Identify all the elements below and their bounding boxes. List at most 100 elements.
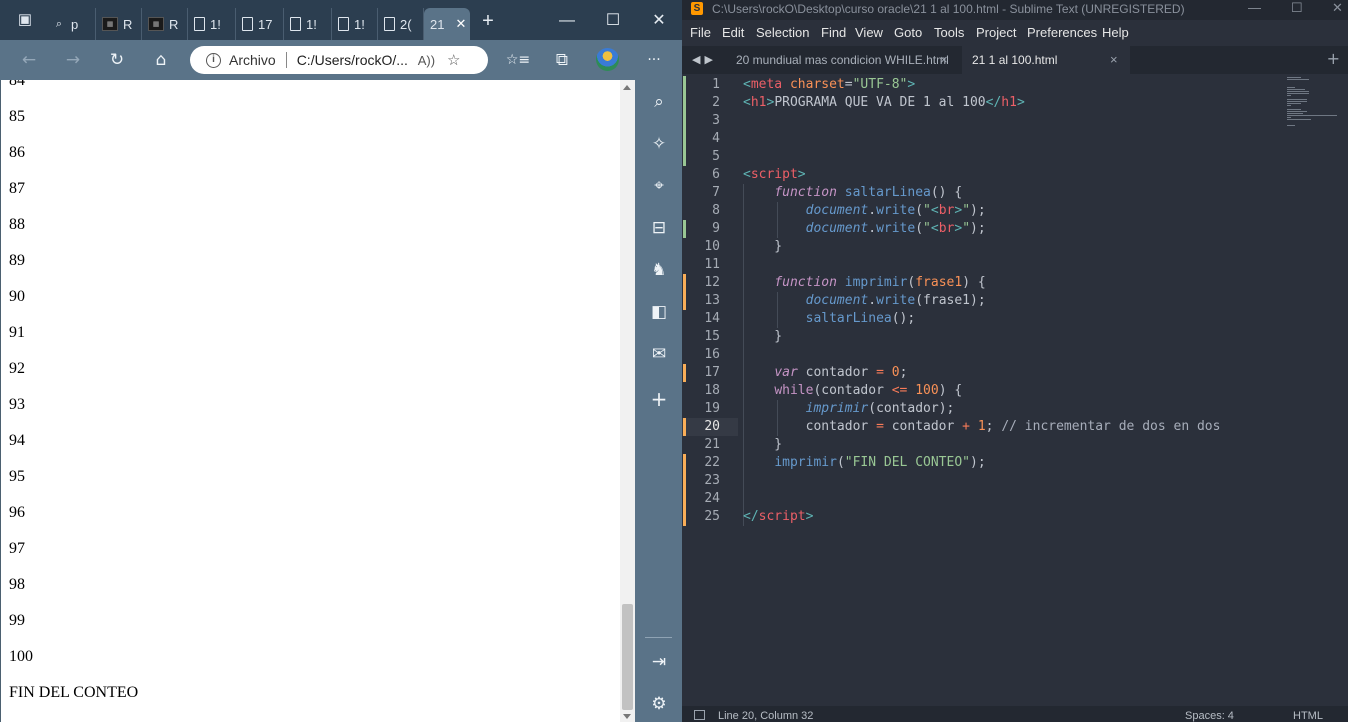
- close-tab-icon[interactable]: ×: [940, 46, 948, 74]
- page-scrollbar[interactable]: [620, 80, 635, 722]
- browser-tab[interactable]: 1!: [284, 8, 332, 40]
- panel-toggle-icon[interactable]: [694, 710, 705, 720]
- syntax-setting[interactable]: HTML: [1293, 708, 1323, 722]
- menu-item-file[interactable]: File: [690, 25, 711, 40]
- close-window-button[interactable]: ✕: [648, 10, 670, 32]
- address-bar[interactable]: i Archivo C:/Users/rockO/... A)) ☆: [190, 46, 488, 74]
- browser-tab-label: 17: [258, 16, 273, 32]
- minimize-button[interactable]: —: [556, 10, 578, 32]
- browser-tab[interactable]: ▦ R: [142, 8, 188, 40]
- maximize-button[interactable]: ☐: [602, 10, 624, 32]
- browser-tab-active[interactable]: 21 ✕: [424, 8, 470, 40]
- menu-item-preferences[interactable]: Preferences: [1027, 25, 1097, 40]
- code-line: }: [743, 239, 783, 254]
- gutter-diff-mark: [683, 418, 686, 436]
- code-line: document.write(frase1);: [805, 293, 986, 308]
- close-tab-icon[interactable]: ×: [1110, 46, 1118, 74]
- page-text-line: FIN DEL CONTEO: [9, 684, 139, 701]
- gutter-diff-mark: [683, 220, 686, 238]
- office-icon[interactable]: ◧: [647, 300, 671, 324]
- settings-icon[interactable]: ⚙: [647, 692, 671, 716]
- menu-item-edit[interactable]: Edit: [722, 25, 744, 40]
- browser-tab[interactable]: ▦ R: [96, 8, 142, 40]
- forward-button[interactable]: →: [61, 49, 85, 71]
- search-icon[interactable]: ⌕: [647, 90, 671, 114]
- outlook-icon[interactable]: ✉: [647, 342, 671, 366]
- browser-tab[interactable]: 17: [236, 8, 284, 40]
- line-number: 22: [704, 455, 720, 470]
- cursor-position[interactable]: Line 20, Column 32: [718, 708, 813, 722]
- refresh-button[interactable]: ↻: [105, 49, 129, 71]
- address-url[interactable]: C:/Users/rockO/...: [297, 52, 409, 68]
- gutter-diff-mark: [683, 454, 686, 526]
- search-icon: ⌕: [55, 17, 63, 30]
- back-button[interactable]: ←: [17, 49, 41, 71]
- editor-tab-label: 21 1 al 100.html: [972, 53, 1058, 67]
- editor-tab-bar: ◀▶ 20 mundiual mas condicion WHILE.html …: [682, 46, 1348, 74]
- plus-icon[interactable]: +: [647, 387, 671, 411]
- toolbox-icon[interactable]: ⊟: [647, 216, 671, 240]
- browser-tab-label: 2(: [400, 16, 412, 32]
- browser-tab[interactable]: ⌕ p: [46, 8, 96, 40]
- menu-item-tools[interactable]: Tools: [934, 25, 964, 40]
- browser-tab[interactable]: 1!: [332, 8, 378, 40]
- line-number: 15: [704, 329, 720, 344]
- code-line: <h1>PROGRAMA QUE VA DE 1 al 100</h1>: [743, 95, 1025, 110]
- add-favorite-icon[interactable]: ☆: [447, 51, 460, 69]
- profile-avatar[interactable]: [596, 48, 620, 71]
- menu-item-view[interactable]: View: [855, 25, 883, 40]
- scroll-up-icon[interactable]: [623, 85, 631, 90]
- gutter-diff-mark: [683, 364, 686, 382]
- browser-tab[interactable]: 1!: [188, 8, 236, 40]
- menu-item-help[interactable]: Help: [1102, 25, 1129, 40]
- tab-actions-icon[interactable]: ▣: [16, 11, 34, 29]
- line-number: 9: [712, 221, 720, 236]
- code-editor[interactable]: 1 2 3 4 5 6 7 8 9 10 11 12 13 14 15 16 17 18 19 20 21 22 23 24 2…: [682, 76, 1348, 706]
- app-icon: ▦: [102, 17, 118, 31]
- indentation-setting[interactable]: Spaces: 4: [1185, 708, 1234, 722]
- menu-item-find[interactable]: Find: [821, 25, 846, 40]
- line-number: 8: [712, 203, 720, 218]
- collections-button[interactable]: ⧉: [550, 49, 574, 71]
- gutter-diff-mark: [683, 76, 686, 166]
- menu-item-goto[interactable]: Goto: [894, 25, 922, 40]
- menu-bar: File Edit Selection Find View Goto Tools Projec…: [682, 22, 1348, 44]
- minimize-icon[interactable]: —: [1248, 0, 1261, 16]
- minimap[interactable]: [1287, 76, 1343, 136]
- page-text-line: 92: [9, 360, 25, 377]
- line-number: 20: [682, 418, 738, 436]
- editor-tab-active[interactable]: 21 1 al 100.html ×: [962, 46, 1130, 74]
- tag-icon[interactable]: ⌖: [647, 174, 671, 198]
- status-bar: Line 20, Column 32 Spaces: 4 HTML: [682, 706, 1348, 722]
- more-button[interactable]: ···: [642, 49, 666, 71]
- scrollbar-thumb[interactable]: [622, 604, 633, 710]
- line-number: 6: [712, 167, 720, 182]
- home-button[interactable]: ⌂: [149, 49, 173, 71]
- games-icon[interactable]: ♞: [647, 258, 671, 282]
- maximize-icon[interactable]: ☐: [1291, 0, 1303, 16]
- browser-tab[interactable]: 2(: [378, 8, 424, 40]
- new-tab-icon[interactable]: +: [1327, 46, 1340, 72]
- open-sidebar-icon[interactable]: ⇥: [647, 650, 671, 674]
- browser-tab-label: R: [169, 16, 179, 32]
- menu-item-project[interactable]: Project: [976, 25, 1016, 40]
- code-line: <script>: [743, 167, 806, 182]
- menu-item-selection[interactable]: Selection: [756, 25, 809, 40]
- read-aloud-icon[interactable]: A)): [418, 53, 435, 68]
- line-number: 14: [704, 311, 720, 326]
- new-tab-button[interactable]: +: [477, 10, 499, 32]
- editor-tab[interactable]: 20 mundiual mas condicion WHILE.html ×: [726, 46, 962, 74]
- tab-nav-arrows-icon[interactable]: ◀▶: [692, 46, 717, 74]
- close-icon[interactable]: ✕: [1332, 0, 1343, 16]
- sublime-window: S C:\Users\rockO\Desktop\curso oracle\21…: [682, 0, 1348, 722]
- close-tab-icon[interactable]: ✕: [455, 16, 466, 32]
- page-content: 84 85 86 87 88 89 90 91 92 93 94 95 96 97 98 99 100 FIN D…: [0, 80, 620, 722]
- code-line: var contador = 0;: [774, 365, 908, 380]
- sparkle-icon[interactable]: ✧: [647, 132, 671, 156]
- page-text-line: 84: [9, 80, 25, 89]
- gutter-diff-mark: [683, 274, 686, 310]
- scroll-down-icon[interactable]: [623, 714, 631, 719]
- info-icon[interactable]: i: [206, 52, 221, 68]
- line-number: 11: [704, 257, 720, 272]
- favorites-button[interactable]: ☆≡: [503, 49, 533, 71]
